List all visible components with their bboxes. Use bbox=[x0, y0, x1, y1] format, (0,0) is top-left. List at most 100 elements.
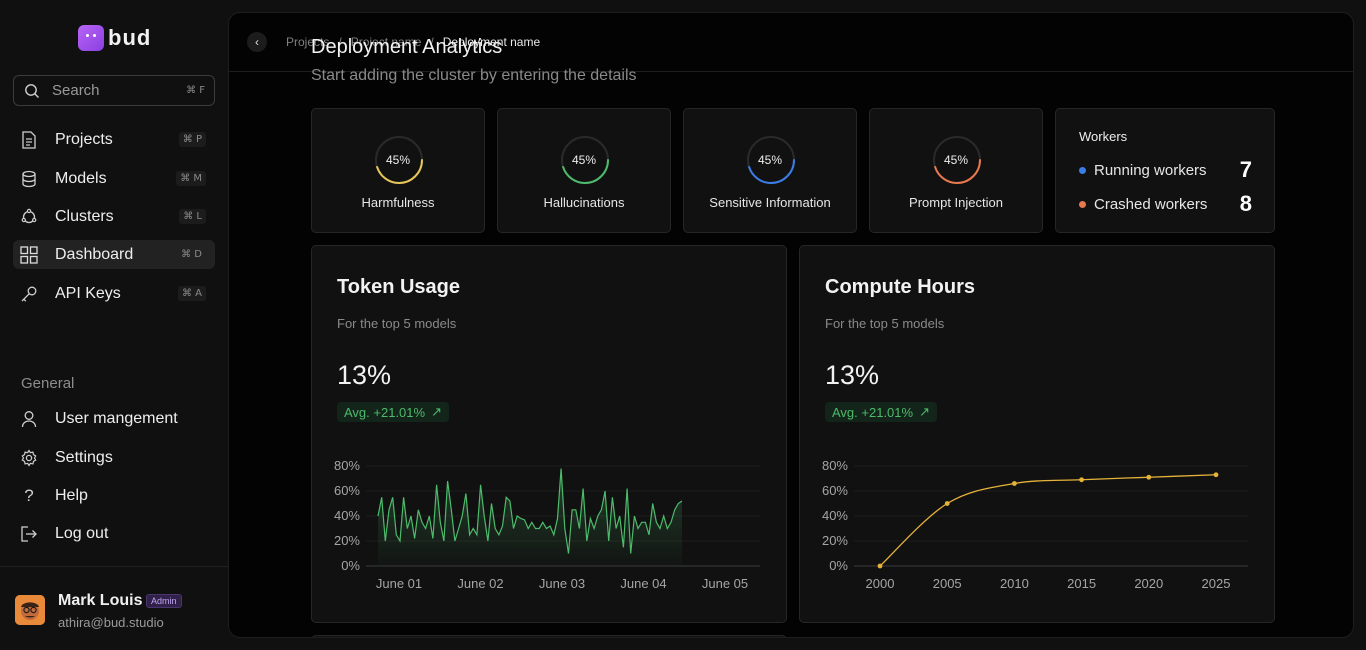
y-tick-label: 20% bbox=[334, 533, 360, 548]
chart-title: Compute Hours bbox=[825, 276, 975, 298]
shortcut-hint: ⌘ M bbox=[176, 171, 206, 186]
trend-up-icon: ↗ bbox=[431, 404, 442, 419]
search-input[interactable]: Search ⌘ F bbox=[13, 75, 215, 106]
metric-label: Hallucinations bbox=[543, 195, 625, 210]
shortcut-hint: ⌘ P bbox=[178, 132, 206, 147]
token-usage-chart: 80% 60% 40% 20% 0% June 01 June 02 June 03 June … bbox=[334, 458, 760, 591]
sidebar: bud Search ⌘ F Projects ⌘ P Models ⌘ M C… bbox=[0, 0, 228, 650]
trend-badge: Avg. +21.01% ↗ bbox=[337, 402, 449, 422]
search-icon bbox=[23, 82, 41, 100]
x-tick-label: 2025 bbox=[1202, 576, 1231, 591]
sidebar-item-settings[interactable]: Settings bbox=[13, 443, 215, 472]
crashed-workers-row: Crashed workers 8 bbox=[1079, 191, 1252, 217]
status-dot bbox=[1079, 166, 1086, 174]
sidebar-item-help[interactable]: ? Help bbox=[13, 481, 215, 510]
user-email: athira@bud.studio bbox=[58, 615, 164, 630]
sidebar-item-clusters[interactable]: Clusters ⌘ L bbox=[13, 202, 215, 231]
y-tick-label: 20% bbox=[822, 533, 848, 548]
chevron-left-icon: ‹ bbox=[255, 35, 259, 49]
sidebar-item-label: Models bbox=[55, 169, 107, 187]
x-tick-label: 2000 bbox=[866, 576, 895, 591]
chart-subtitle: For the top 5 models bbox=[825, 316, 945, 331]
metric-label: Harmfulness bbox=[361, 195, 435, 210]
series-area bbox=[378, 468, 682, 566]
sidebar-item-api-keys[interactable]: API Keys ⌘ A bbox=[13, 279, 215, 308]
x-tick-label: June 05 bbox=[702, 576, 748, 591]
cluster-icon bbox=[20, 208, 38, 226]
shortcut-hint: ⌘ D bbox=[181, 249, 202, 260]
running-workers-row: Running workers 7 bbox=[1079, 157, 1252, 183]
metric-label: Prompt Injection bbox=[909, 195, 1003, 210]
x-tick-label: June 04 bbox=[620, 576, 666, 591]
x-tick-label: June 03 bbox=[539, 576, 585, 591]
y-tick-label: 40% bbox=[822, 508, 848, 523]
sidebar-item-logout[interactable]: Log out bbox=[13, 519, 215, 548]
search-shortcut: ⌘ F bbox=[186, 85, 205, 96]
back-button[interactable]: ‹ bbox=[247, 32, 267, 52]
user-icon bbox=[20, 410, 38, 428]
logo-mark-icon bbox=[78, 25, 104, 51]
y-tick-label: 60% bbox=[334, 483, 360, 498]
logout-icon bbox=[20, 525, 38, 543]
trend-up-icon: ↗ bbox=[919, 404, 930, 419]
token-usage-card: Token Usage For the top 5 models 13% Avg… bbox=[311, 245, 787, 623]
workers-title: Workers bbox=[1079, 129, 1128, 144]
gear-icon bbox=[20, 448, 38, 467]
document-icon bbox=[20, 130, 38, 149]
sidebar-item-projects[interactable]: Projects ⌘ P bbox=[13, 125, 215, 154]
key-icon bbox=[20, 285, 38, 303]
y-tick-label: 80% bbox=[822, 458, 848, 473]
chart-value: 13% bbox=[825, 360, 880, 390]
sidebar-item-label: Clusters bbox=[55, 207, 114, 225]
sidebar-item-user-management[interactable]: User mangement bbox=[13, 404, 215, 433]
user-profile[interactable]: Mark Louis Admin athira@bud.studio bbox=[0, 566, 228, 650]
metric-label: Sensitive Information bbox=[709, 195, 831, 210]
data-point bbox=[1012, 481, 1017, 486]
chart-value: 13% bbox=[337, 360, 392, 390]
trend-text: Avg. +21.01% bbox=[344, 404, 426, 420]
data-point bbox=[944, 501, 950, 506]
x-tick-label: June 01 bbox=[376, 576, 422, 591]
data-point bbox=[1146, 474, 1152, 480]
x-tick-label: 2005 bbox=[933, 576, 962, 591]
sidebar-item-label: Help bbox=[55, 486, 88, 504]
data-point bbox=[877, 563, 883, 569]
y-tick-label: 60% bbox=[822, 483, 848, 498]
y-tick-label: 0% bbox=[341, 558, 360, 573]
question-icon: ? bbox=[24, 485, 34, 505]
data-point bbox=[1079, 477, 1084, 483]
workers-label: Crashed workers bbox=[1094, 195, 1208, 213]
data-point bbox=[1213, 472, 1219, 478]
x-tick-label: 2010 bbox=[1000, 576, 1029, 591]
x-tick-label: 2015 bbox=[1067, 576, 1096, 591]
shortcut-hint: ⌘ L bbox=[179, 209, 206, 224]
logo[interactable]: bud bbox=[78, 25, 151, 51]
workers-label: Running workers bbox=[1094, 161, 1207, 179]
sidebar-item-models[interactable]: Models ⌘ M bbox=[13, 164, 215, 193]
y-tick-label: 40% bbox=[334, 508, 360, 523]
next-card bbox=[311, 635, 787, 637]
database-icon bbox=[20, 170, 38, 188]
avatar bbox=[15, 595, 45, 625]
metric-value: 45% bbox=[943, 153, 969, 167]
user-name: Mark Louis bbox=[58, 592, 143, 609]
compute-hours-chart: 80% 60% 40% 20% 0% 2000 2005 2010 2015 2020 2025 bbox=[822, 458, 1248, 591]
workers-card: Workers Running workers 7 Crashed worker… bbox=[1055, 108, 1275, 233]
status-dot bbox=[1079, 200, 1086, 208]
shortcut-hint: ⌘ A bbox=[177, 286, 206, 301]
sidebar-item-dashboard[interactable]: Dashboard ⌘ D bbox=[13, 240, 215, 269]
sidebar-item-label: Settings bbox=[55, 448, 113, 466]
trend-badge: Avg. +21.01% ↗ bbox=[825, 402, 937, 422]
series-line bbox=[879, 474, 1217, 567]
trend-text: Avg. +21.01% bbox=[832, 404, 914, 420]
page-subtitle: Start adding the cluster by entering the… bbox=[311, 67, 637, 84]
page-title: Deployment Analytics bbox=[311, 36, 503, 58]
metric-value: 45% bbox=[571, 153, 597, 167]
x-tick-label: 2020 bbox=[1134, 576, 1163, 591]
metric-card-sensitive-information: 45% Sensitive Information bbox=[683, 108, 857, 233]
sidebar-item-label: Projects bbox=[55, 130, 113, 148]
sidebar-item-label: Dashboard bbox=[55, 245, 134, 263]
search-placeholder: Search bbox=[52, 82, 100, 99]
metric-value: 45% bbox=[757, 153, 783, 167]
y-tick-label: 80% bbox=[334, 458, 360, 473]
